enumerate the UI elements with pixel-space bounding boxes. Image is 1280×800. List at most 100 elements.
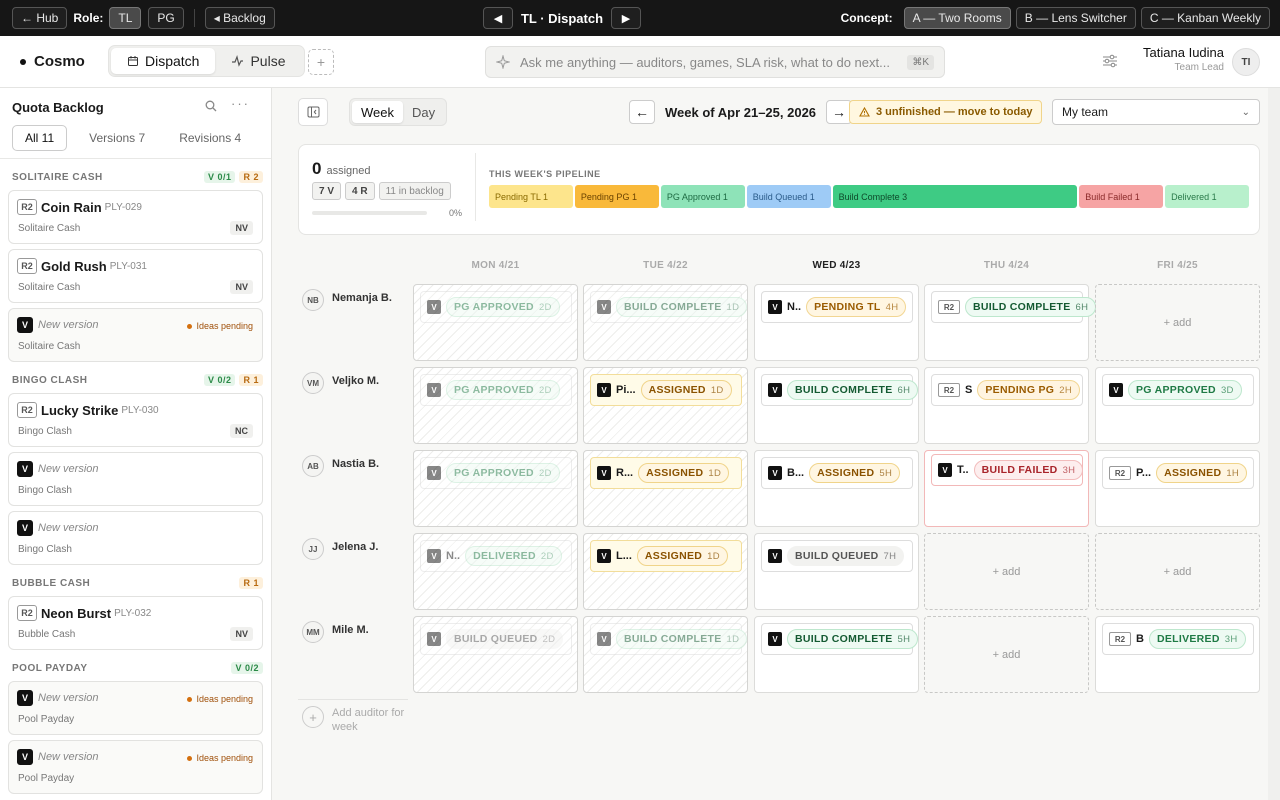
task-card[interactable]: V PG APPROVED 2D — [420, 457, 572, 489]
task-card[interactable]: R2 BUILD COMPLETE 6H — [931, 291, 1097, 323]
task-card[interactable]: V BUILD COMPLETE 6H — [761, 374, 919, 406]
group-header[interactable]: BINGO CLASH V 0/2 R 1 — [8, 367, 263, 393]
unfinished-warning-button[interactable]: 3 unfinished — move to today — [849, 100, 1043, 124]
hub-button[interactable]: ← Hub — [12, 7, 68, 29]
concept-c-button[interactable]: C — Kanban Weekly — [1140, 7, 1270, 29]
day-cell[interactable]: V PG APPROVED 3D — [1095, 367, 1260, 444]
auditor-row-label[interactable]: NB Nemanja B. — [302, 289, 392, 311]
role-pg-button[interactable]: PG — [148, 7, 184, 29]
role-tl-button[interactable]: TL — [109, 7, 142, 29]
backlog-card[interactable]: R2 Neon Burst PLY-032 Bubble Cash NV — [8, 596, 263, 650]
backlog-card[interactable]: R2 Lucky Strike PLY-030 Bingo Clash NC — [8, 393, 263, 447]
pipeline-segment[interactable]: Build Failed 1 — [1079, 185, 1164, 208]
task-card[interactable]: V BUILD COMPLETE 1D — [590, 623, 748, 655]
day-cell[interactable]: V BUILD QUEUED 2D — [413, 616, 578, 693]
day-cell[interactable]: R2 BUILD COMPLETE 6H — [924, 284, 1097, 361]
pipeline-segment[interactable]: Pending PG 1 — [574, 185, 659, 208]
group-header[interactable]: POOL PAYDAY V 0/2 — [8, 655, 263, 681]
task-card[interactable]: V T.. BUILD FAILED 3H — [931, 454, 1084, 486]
backlog-card[interactable]: R2 Coin Rain PLY-029 Solitaire Cash NV — [8, 190, 263, 244]
empty-cell[interactable]: + add — [1095, 284, 1260, 361]
auditor-row-label[interactable]: MM Mile M. — [302, 621, 369, 643]
backlog-card[interactable]: V New version Bingo Clash — [8, 511, 263, 565]
auditor-row-label[interactable]: VM Veljko M. — [302, 372, 379, 394]
backlog-card[interactable]: R2 Gold Rush PLY-031 Solitaire Cash NV — [8, 249, 263, 303]
pipeline-segment[interactable]: Pending TL 1 — [489, 185, 573, 208]
task-card[interactable]: V L... ASSIGNED 1D — [590, 540, 742, 572]
task-card[interactable]: V PG APPROVED 3D — [1102, 374, 1254, 406]
tab-versions[interactable]: Versions 7 — [77, 125, 157, 151]
add-auditor-button[interactable]: + Add auditor for week — [302, 706, 412, 734]
empty-cell[interactable]: + add — [1095, 533, 1260, 610]
task-card[interactable]: V N.. DELIVERED 2D — [420, 540, 572, 572]
concept-a-button[interactable]: A — Two Rooms — [903, 7, 1011, 29]
concept-b-button[interactable]: B — Lens Switcher — [1015, 7, 1136, 29]
sliders-icon[interactable] — [1102, 54, 1118, 71]
day-cell[interactable]: V PG APPROVED 2D — [413, 284, 578, 361]
pipeline-segment[interactable]: Delivered 1 — [1165, 185, 1250, 208]
backlog-card[interactable]: V New version Pool Payday Ideas pending — [8, 740, 263, 794]
empty-cell[interactable]: + add — [924, 533, 1089, 610]
day-cell[interactable]: V BUILD COMPLETE 1D — [583, 616, 748, 693]
avatar[interactable]: TI — [1232, 48, 1260, 76]
task-card[interactable]: R2 P... ASSIGNED 1H — [1102, 457, 1254, 489]
prev-screen-button[interactable]: ◀ — [483, 7, 513, 29]
team-select[interactable]: My team ⌄ — [1052, 99, 1260, 125]
task-card[interactable]: V BUILD COMPLETE 1D — [590, 291, 748, 323]
day-cell[interactable]: V B... ASSIGNED 5H — [754, 450, 919, 527]
auditor-row-label[interactable]: JJ Jelena J. — [302, 538, 378, 560]
task-card[interactable]: V Pi... ASSIGNED 1D — [590, 374, 742, 406]
day-cell[interactable]: V PG APPROVED 2D — [413, 450, 578, 527]
task-card[interactable]: V R... ASSIGNED 1D — [590, 457, 742, 489]
task-card[interactable]: R2 S PENDING PG 2H — [931, 374, 1083, 406]
group-header[interactable]: SOLITAIRE CASH V 0/1 R 2 — [8, 164, 263, 190]
day-cell[interactable]: R2 S PENDING PG 2H — [924, 367, 1089, 444]
add-room-button[interactable]: + — [308, 49, 334, 75]
pipeline-segment[interactable]: Build Complete 3 — [832, 185, 1078, 208]
next-screen-button[interactable]: ▶ — [611, 7, 641, 29]
day-cell[interactable]: V R... ASSIGNED 1D — [583, 450, 748, 527]
tab-dispatch[interactable]: Dispatch — [111, 48, 216, 74]
task-card[interactable]: V N.. PENDING TL 4H — [761, 291, 913, 323]
day-cell[interactable]: V PG APPROVED 2D — [413, 367, 578, 444]
pipeline-segment[interactable]: Build Queued 1 — [746, 185, 831, 208]
day-cell[interactable]: V BUILD COMPLETE 5H — [754, 616, 919, 693]
day-view-button[interactable]: Day — [403, 101, 444, 123]
backlog-card[interactable]: V New version Bingo Clash — [8, 452, 263, 506]
day-cell[interactable]: R2 B DELIVERED 3H — [1095, 616, 1260, 693]
group-header[interactable]: BUBBLE CASH R 1 — [8, 570, 263, 596]
scrollbar[interactable] — [1268, 88, 1280, 800]
empty-cell[interactable]: + add — [924, 616, 1089, 693]
day-cell[interactable]: V BUILD COMPLETE 1D — [583, 284, 748, 361]
task-card[interactable]: V BUILD QUEUED 2D — [420, 623, 572, 655]
search-icon[interactable] — [205, 100, 217, 112]
day-cell[interactable]: R2 P... ASSIGNED 1H — [1095, 450, 1260, 527]
day-cell[interactable]: V Pi... ASSIGNED 1D — [583, 367, 748, 444]
backlog-button[interactable]: ◂ Backlog — [204, 7, 275, 29]
day-cell[interactable]: V BUILD QUEUED 7H — [754, 533, 919, 610]
day-cell[interactable]: V L... ASSIGNED 1D — [583, 533, 748, 610]
tab-revisions[interactable]: Revisions 4 — [167, 125, 253, 151]
toggle-sidebar-button[interactable] — [298, 98, 328, 126]
task-card[interactable]: R2 B DELIVERED 3H — [1102, 623, 1254, 655]
day-cell[interactable]: V BUILD COMPLETE 6H — [754, 367, 919, 444]
tab-all[interactable]: All 11 — [12, 125, 68, 151]
week-view-button[interactable]: Week — [352, 101, 403, 123]
backlog-card[interactable]: V New version Solitaire Cash Ideas pending — [8, 308, 263, 362]
prev-week-button[interactable]: ← — [629, 100, 655, 124]
task-card[interactable]: V PG APPROVED 2D — [420, 374, 572, 406]
pipeline-segment[interactable]: PG Approved 1 — [660, 185, 745, 208]
backlog-card[interactable]: V New version Pool Payday Ideas pending — [8, 681, 263, 735]
day-cell[interactable]: V N.. DELIVERED 2D — [413, 533, 578, 610]
tab-pulse[interactable]: Pulse — [215, 48, 301, 74]
more-icon[interactable]: ··· — [231, 96, 250, 112]
task-card[interactable]: V BUILD COMPLETE 5H — [761, 623, 919, 655]
task-card[interactable]: V B... ASSIGNED 5H — [761, 457, 913, 489]
ask-input[interactable]: Ask me anything — auditors, games, SLA r… — [485, 46, 945, 78]
day-cell[interactable]: V N.. PENDING TL 4H — [754, 284, 919, 361]
task-card[interactable]: V BUILD QUEUED 7H — [761, 540, 913, 572]
day-cell[interactable]: V T.. BUILD FAILED 3H — [924, 450, 1089, 527]
brand[interactable]: Cosmo — [20, 53, 85, 70]
task-card[interactable]: V PG APPROVED 2D — [420, 291, 572, 323]
auditor-row-label[interactable]: AB Nastia B. — [302, 455, 379, 477]
